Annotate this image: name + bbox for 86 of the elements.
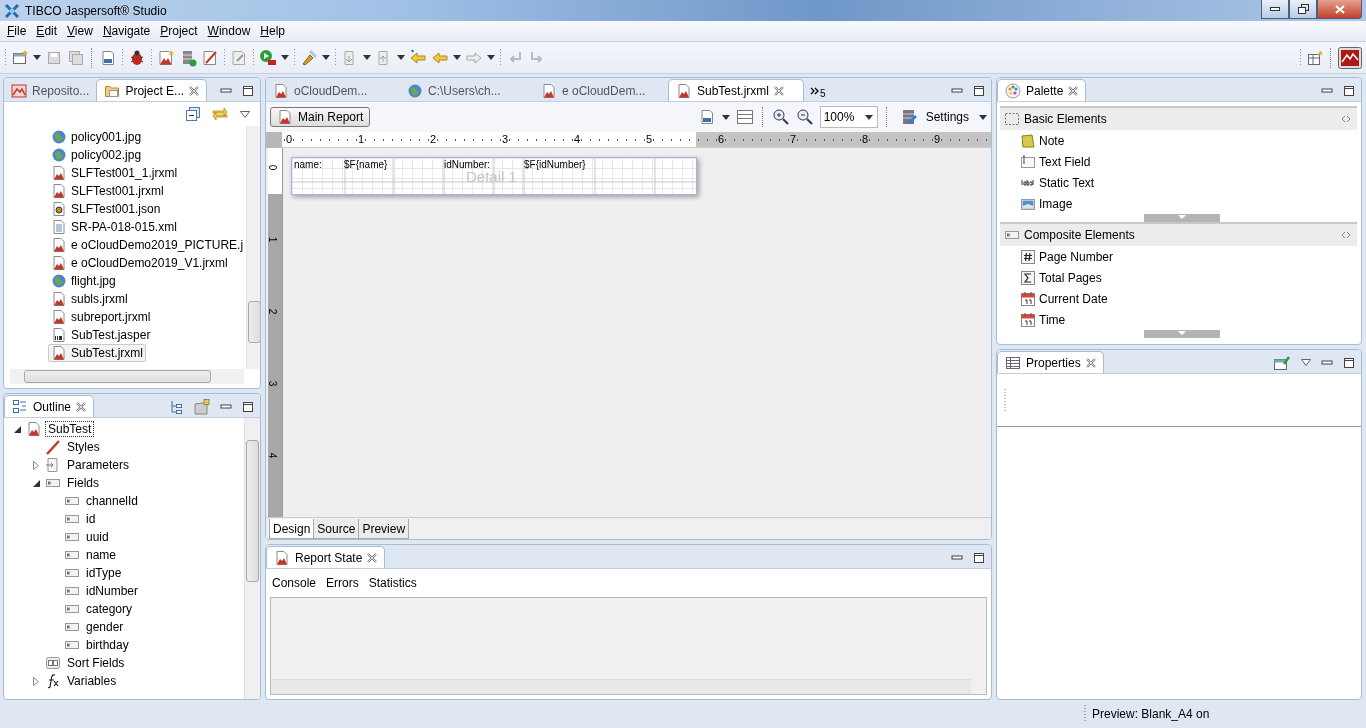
ruler-number: 9: [933, 133, 942, 145]
editor-view-tab[interactable]: Design: [269, 519, 315, 539]
menu-item[interactable]: Project: [155, 24, 203, 38]
report-field[interactable]: $F{idNumber}: [524, 159, 586, 170]
zoom-field[interactable]: 100%: [819, 106, 878, 128]
editor-tab[interactable]: C:\Users\ch...: [400, 80, 534, 101]
tree-item[interactable]: idNumber: [84, 584, 141, 598]
report-field[interactable]: $F{name}: [344, 159, 388, 170]
ruler-number: 2: [267, 308, 279, 315]
tree-item[interactable]: gender: [84, 620, 126, 634]
menu-item[interactable]: Window: [202, 24, 256, 38]
ruler-number: 1: [267, 236, 279, 243]
tree-item[interactable]: id: [84, 512, 98, 526]
console-tab[interactable]: Errors: [326, 576, 359, 590]
editor-view-tab[interactable]: Source: [313, 519, 360, 539]
project-tree-item[interactable]: flight.jpg: [48, 272, 119, 290]
ruler-number: 3: [267, 380, 279, 387]
project-tree-item[interactable]: SLFTest001.json: [48, 200, 164, 218]
view-tab[interactable]: Reposito...: [4, 80, 97, 101]
project-tree-item[interactable]: subls.jrxml: [48, 290, 131, 308]
tree-item[interactable]: channelId: [84, 494, 141, 508]
menu-item[interactable]: Help: [255, 24, 290, 38]
project-tree-item[interactable]: SubTest.jrxml: [48, 344, 147, 362]
ruler-number: 0: [285, 133, 294, 145]
tree-item[interactable]: Fields: [65, 476, 101, 490]
tree-item[interactable]: category: [84, 602, 135, 616]
editor-tab[interactable]: e oCloudDem...: [534, 80, 668, 101]
palette-item[interactable]: Static Text: [1000, 172, 1357, 193]
tree-item[interactable]: name: [84, 548, 119, 562]
ruler-number: 4: [267, 452, 279, 459]
project-tree-item[interactable]: policy001.jpg: [48, 128, 145, 146]
palette-item[interactable]: Total Pages: [1000, 267, 1357, 288]
ruler-number: 2: [429, 133, 438, 145]
project-tree-item[interactable]: SLFTest001.jrxml: [48, 182, 167, 200]
view-tab[interactable]: Outline: [4, 395, 95, 417]
palette-item[interactable]: Image: [1000, 193, 1357, 214]
tree-item[interactable]: idType: [84, 566, 124, 580]
project-tree-item[interactable]: e oCloudDemo2019_PICTURE.j: [48, 236, 247, 254]
settings-button[interactable]: Settings: [895, 108, 973, 126]
report-field[interactable]: idNumber:: [444, 159, 491, 170]
project-tree-item[interactable]: SR-PA-018-015.xml: [48, 218, 180, 236]
menu-item[interactable]: Navigate: [97, 24, 156, 38]
project-tree-item[interactable]: subreport.jrxml: [48, 308, 154, 326]
console-tab[interactable]: Statistics: [368, 576, 417, 590]
tree-item[interactable]: birthday: [84, 638, 131, 652]
palette-item[interactable]: Time: [1000, 309, 1357, 330]
tree-item[interactable]: uuid: [84, 530, 111, 544]
editor-view-tab[interactable]: Preview: [358, 519, 410, 539]
report-field[interactable]: name:: [294, 159, 322, 170]
tree-item[interactable]: Variables: [65, 674, 119, 688]
palette-item[interactable]: Page Number: [1000, 246, 1357, 267]
menu-item[interactable]: Edit: [31, 24, 63, 38]
tree-item[interactable]: Sort Fields: [65, 656, 127, 670]
ruler-number: 1: [357, 133, 366, 145]
window-title: TIBCO Jaspersoft® Studio: [25, 3, 168, 18]
project-tree-item[interactable]: e oCloudDemo2019_V1.jrxml: [48, 254, 231, 272]
palette-group-header[interactable]: Basic Elements: [1000, 106, 1357, 130]
main-report-button[interactable]: Main Report: [270, 107, 371, 127]
ruler-number: 0: [267, 164, 279, 171]
ruler-number: 4: [573, 133, 582, 145]
view-tab[interactable]: Report State: [266, 546, 386, 568]
palette-item[interactable]: Text Field: [1000, 151, 1357, 172]
palette-item[interactable]: Note: [1000, 130, 1357, 151]
project-tree-item[interactable]: SLFTest001_1.jrxml: [48, 164, 181, 182]
ruler-number: 3: [501, 133, 510, 145]
palette-group-header[interactable]: Composite Elements: [1000, 222, 1357, 246]
editor-tab[interactable]: SubTest.jrxml: [668, 79, 804, 101]
tree-item[interactable]: SubTest: [46, 422, 94, 436]
tree-item[interactable]: Parameters: [65, 458, 132, 472]
ruler-number: 8: [861, 133, 870, 145]
view-tab[interactable]: Palette: [997, 79, 1087, 101]
menu-item[interactable]: View: [62, 24, 98, 38]
palette-item[interactable]: Current Date: [1000, 288, 1357, 309]
menu-item[interactable]: File: [2, 24, 32, 38]
project-tree-item[interactable]: policy002.jpg: [48, 146, 145, 164]
project-tree-item[interactable]: SubTest.jasper: [48, 326, 154, 344]
tree-item[interactable]: Styles: [65, 440, 102, 454]
console-tab[interactable]: Console: [272, 576, 317, 590]
editor-tab[interactable]: oCloudDem...: [266, 80, 400, 101]
view-tab[interactable]: Project E...: [96, 79, 208, 101]
hidden-tabs-count[interactable]: 5: [820, 88, 826, 101]
ruler-number: 7: [789, 133, 798, 145]
status-text: Preview: Blank_A4 on: [1092, 707, 1210, 721]
view-tab[interactable]: Properties: [997, 351, 1104, 373]
ruler-number: 6: [717, 133, 726, 145]
ruler-number: 5: [645, 133, 654, 145]
